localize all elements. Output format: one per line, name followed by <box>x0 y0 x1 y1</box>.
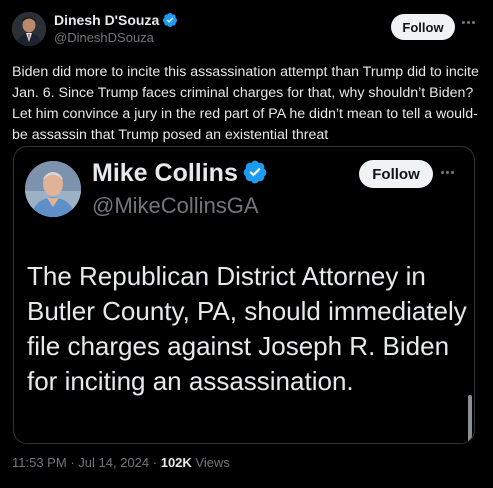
meta-separator: · <box>152 455 158 470</box>
views-label: Views <box>195 455 230 470</box>
quoted-author-name-text: Mike Collins <box>92 159 238 187</box>
author-avatar[interactable] <box>12 12 46 46</box>
quoted-follow-button[interactable]: Follow <box>359 160 433 188</box>
quoted-author-handle[interactable]: @MikeCollinsGA <box>92 193 259 219</box>
author-name-text: Dinesh D'Souza <box>54 12 160 28</box>
scrollbar-thumb[interactable] <box>468 395 472 443</box>
more-options-icon[interactable] <box>462 16 482 28</box>
tweet-date[interactable]: Jul 14, 2024 <box>78 455 149 470</box>
quoted-author-avatar[interactable] <box>25 161 81 217</box>
tweet: Dinesh D'Souza @DineshDSouza Follow Bide… <box>0 0 493 488</box>
tweet-meta: 11:53 PM · Jul 14, 2024 · 102K Views <box>12 455 230 470</box>
quoted-tweet-text: The Republican District Attorney in Butl… <box>27 261 467 396</box>
meta-separator: · <box>70 455 75 470</box>
follow-button[interactable]: Follow <box>391 14 455 40</box>
tweet-time[interactable]: 11:53 PM <box>12 455 67 470</box>
views-count: 102K <box>160 455 192 470</box>
quoted-more-options-icon[interactable] <box>441 167 463 177</box>
author-name[interactable]: Dinesh D'Souza <box>54 12 178 31</box>
quoted-author-name[interactable]: Mike Collins <box>92 159 268 192</box>
quoted-tweet-card[interactable]: Mike Collins @MikeCollinsGA Follow The R… <box>13 146 475 444</box>
tweet-text: Biden did more to incite this assassinat… <box>12 64 479 143</box>
verified-badge-icon <box>242 159 268 192</box>
author-handle[interactable]: @DineshDSouza <box>54 30 154 45</box>
verified-badge-icon <box>162 12 178 31</box>
